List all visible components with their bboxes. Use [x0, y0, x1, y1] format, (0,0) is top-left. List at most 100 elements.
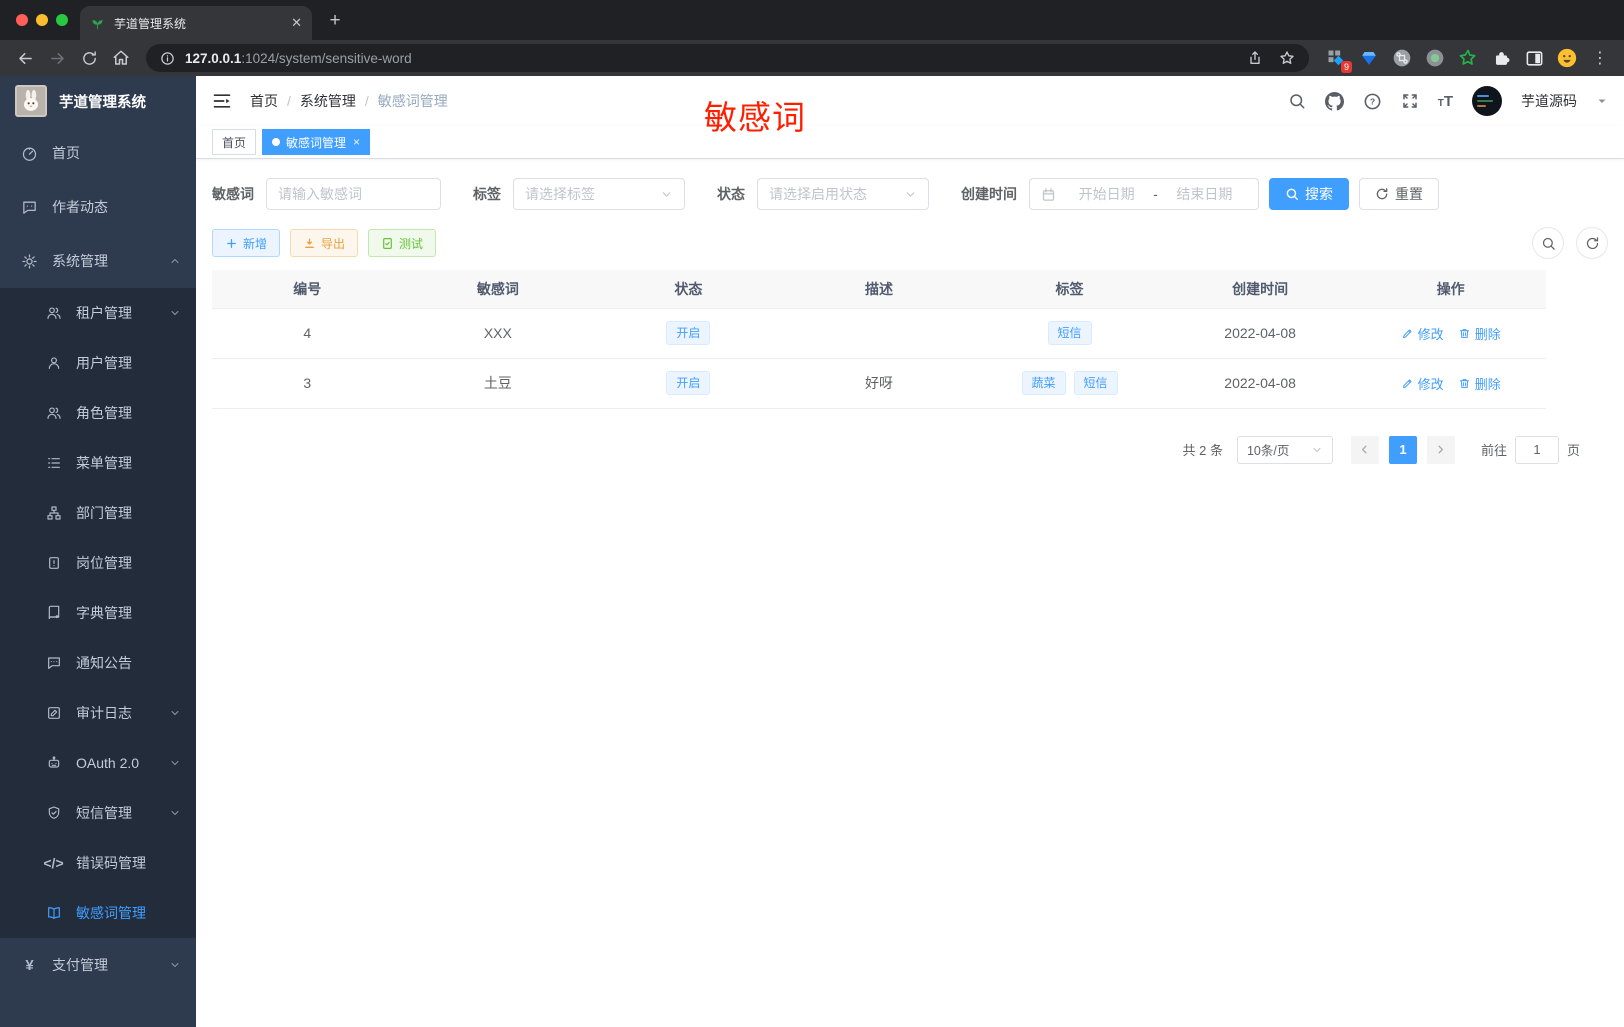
status-badge: 开启: [666, 321, 711, 345]
font-size-icon[interactable]: TT: [1438, 93, 1453, 110]
edit-link[interactable]: 修改: [1401, 374, 1444, 393]
extension-grid-icon[interactable]: 9: [1325, 47, 1352, 73]
sidebar-item-sensitive-word[interactable]: 敏感词管理: [0, 888, 196, 938]
extensions-puzzle-icon[interactable]: [1490, 47, 1512, 69]
status-select[interactable]: 请选择启用状态: [757, 178, 929, 210]
zoom-window-button[interactable]: [56, 14, 68, 26]
breadcrumb-separator: /: [287, 93, 291, 109]
date-range-picker[interactable]: 开始日期 - 结束日期: [1029, 178, 1259, 210]
sidebar-item-user[interactable]: 用户管理: [0, 338, 196, 388]
extension-record-icon[interactable]: [1424, 47, 1446, 69]
browser-tab[interactable]: 芋道管理系统 ✕: [80, 6, 312, 40]
breadcrumb-item[interactable]: 系统管理: [300, 91, 356, 111]
cell-actions: 修改 删除: [1355, 358, 1546, 409]
profile-avatar[interactable]: [1556, 47, 1578, 69]
tag-close-icon[interactable]: ×: [353, 135, 360, 149]
sidebar-item-label: 短信管理: [76, 805, 132, 821]
github-icon[interactable]: [1324, 91, 1344, 111]
page-number-1[interactable]: 1: [1388, 435, 1417, 464]
sidebar-item-author-news[interactable]: 作者动态: [0, 180, 196, 234]
sidebar-item-dept[interactable]: 部门管理: [0, 488, 196, 538]
sidebar-item-tenant[interactable]: 租户管理: [0, 288, 196, 338]
status-badge: 开启: [666, 371, 711, 395]
sidebar-item-notice[interactable]: 通知公告: [0, 638, 196, 688]
back-icon[interactable]: [10, 43, 40, 73]
sidebar-item-dict[interactable]: 字典管理: [0, 588, 196, 638]
refresh-table-button[interactable]: [1576, 227, 1608, 259]
browser-menu-icon[interactable]: ⋮: [1586, 48, 1614, 68]
tab-title: 芋道管理系统: [114, 16, 187, 31]
sidebar-item-sms[interactable]: 短信管理: [0, 788, 196, 838]
page-size-select[interactable]: 10条/页: [1236, 435, 1333, 464]
help-icon[interactable]: ?: [1363, 92, 1382, 111]
side-panel-icon[interactable]: [1523, 47, 1545, 69]
share-icon[interactable]: [1247, 50, 1263, 66]
book-icon: [44, 605, 63, 621]
tag-select[interactable]: 请选择标签: [513, 178, 685, 210]
extension-star-icon[interactable]: [1457, 47, 1479, 69]
search-button[interactable]: 搜索: [1269, 178, 1349, 210]
export-button[interactable]: 导出: [290, 229, 359, 257]
show-search-toggle-button[interactable]: [1532, 227, 1564, 259]
sidebar-item-home[interactable]: 首页: [0, 126, 196, 180]
tag-view-敏感词管理[interactable]: 敏感词管理 ×: [262, 129, 371, 155]
breadcrumb-item[interactable]: 首页: [250, 91, 278, 111]
sidebar-item-oauth[interactable]: OAuth 2.0: [0, 738, 196, 788]
close-window-button[interactable]: [16, 14, 28, 26]
shield-icon: [44, 805, 63, 821]
sidebar-item-audit-log[interactable]: 审计日志: [0, 688, 196, 738]
add-button[interactable]: 新增: [212, 229, 281, 257]
user-caret-down-icon[interactable]: [1596, 95, 1608, 107]
sidebar-collapse-icon[interactable]: [212, 91, 232, 111]
chat-icon: [20, 199, 39, 216]
reload-icon[interactable]: [74, 43, 104, 73]
sidebar-item-role[interactable]: 角色管理: [0, 388, 196, 438]
test-button[interactable]: 测试: [368, 229, 437, 257]
user-avatar[interactable]: [1472, 86, 1502, 116]
sidebar-item-post[interactable]: 岗位管理: [0, 538, 196, 588]
chat-dots-icon: [44, 655, 63, 671]
edit-note-icon: [44, 705, 63, 721]
org-icon: [44, 505, 63, 521]
edit-link[interactable]: 修改: [1401, 324, 1444, 343]
sidebar-item-label: 字典管理: [76, 605, 132, 621]
home-icon[interactable]: [106, 43, 136, 73]
extension-gem-icon[interactable]: [1358, 47, 1380, 69]
reset-button[interactable]: 重置: [1359, 178, 1439, 210]
sidebar-item-error-code[interactable]: </> 错误码管理: [0, 838, 196, 888]
sidebar-item-menu[interactable]: 菜单管理: [0, 438, 196, 488]
date-end-placeholder: 结束日期: [1176, 186, 1233, 202]
site-info-icon[interactable]: [160, 51, 175, 66]
bookmark-star-icon[interactable]: [1279, 50, 1295, 66]
next-page-button[interactable]: [1426, 435, 1455, 464]
header-search-icon[interactable]: [1288, 92, 1306, 110]
forward-icon[interactable]: [42, 43, 72, 73]
delete-link[interactable]: 删除: [1458, 374, 1501, 393]
page-content: 敏感词 请输入敏感词 标签 请选择标签 状态 请选择启用状态 创建时间 开始日期…: [196, 159, 1624, 1027]
minimize-window-button[interactable]: [36, 14, 48, 26]
chevron-down-icon: [169, 707, 181, 719]
new-tab-button[interactable]: +: [320, 6, 350, 36]
tag-label: 标签: [473, 186, 501, 202]
keyword-input[interactable]: 请输入敏感词: [266, 178, 441, 210]
column-header: 创建时间: [1164, 270, 1356, 309]
username-label[interactable]: 芋道源码: [1521, 91, 1577, 111]
column-header: 描述: [783, 270, 975, 309]
delete-link[interactable]: 删除: [1458, 324, 1501, 343]
address-bar[interactable]: 127.0.0.1:1024/system/sensitive-word: [146, 44, 1309, 72]
date-start-placeholder: 开始日期: [1078, 186, 1135, 202]
sidebar-item-system[interactable]: 系统管理: [0, 234, 196, 288]
app-logo[interactable]: 芋道管理系统: [0, 76, 196, 126]
sidebar-item-label: 租户管理: [76, 305, 132, 321]
cell-status: 开启: [593, 358, 784, 409]
sidebar-item-pay[interactable]: ¥ 支付管理: [0, 938, 196, 992]
browser-tab-strip: 芋道管理系统 ✕ +: [0, 0, 1624, 40]
sensitive-word-table: 编号 敏感词 状态 描述 标签 创建时间 操作 4 XXX 开启 短信 2022-04-08 修改 删除…: [212, 270, 1546, 409]
extension-command-icon[interactable]: [1391, 47, 1413, 69]
column-header: 编号: [212, 270, 403, 309]
goto-page-input[interactable]: 1: [1514, 435, 1559, 464]
tab-close-icon[interactable]: ✕: [291, 15, 302, 31]
prev-page-button[interactable]: [1350, 435, 1379, 464]
tag-view-首页[interactable]: 首页: [212, 129, 257, 155]
fullscreen-icon[interactable]: [1401, 92, 1419, 110]
